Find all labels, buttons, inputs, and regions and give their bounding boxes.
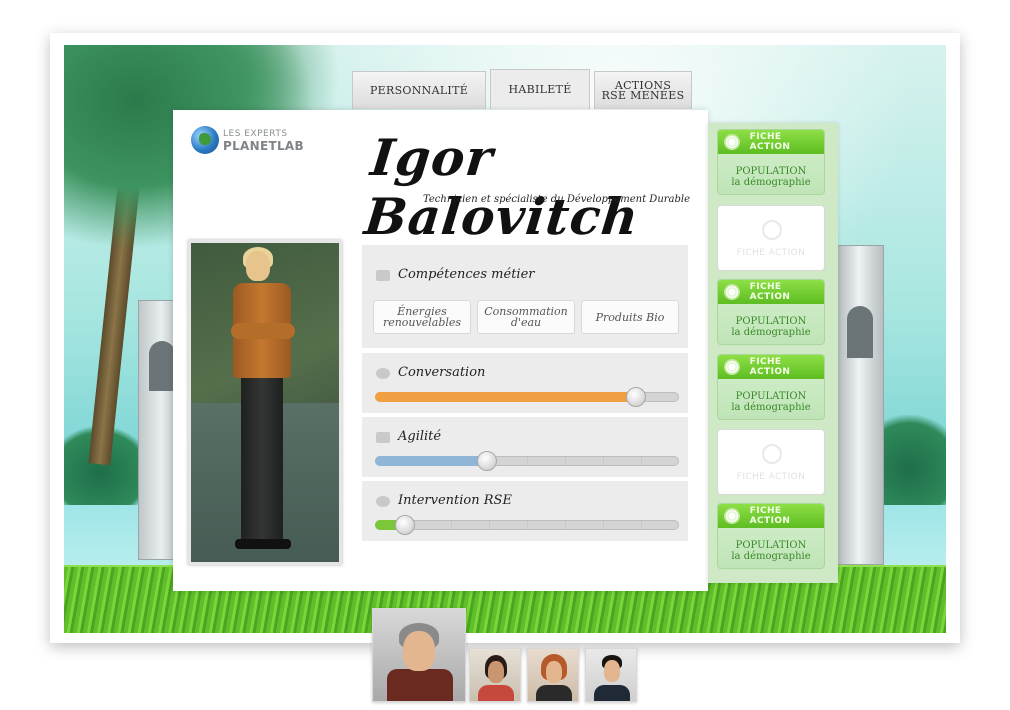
slider-thumb[interactable] bbox=[395, 515, 415, 535]
thumb-face bbox=[403, 631, 435, 671]
card-subtitle: la démographie bbox=[731, 177, 811, 188]
action-cards-column: FICHE ACTION POPULATION la démographie F… bbox=[708, 123, 838, 583]
portrait-arms bbox=[231, 323, 295, 339]
card-header-label: FICHE ACTION bbox=[736, 248, 806, 258]
flower-icon bbox=[724, 508, 740, 524]
character-portrait bbox=[188, 240, 342, 565]
card-header-label: FICHE ACTION bbox=[749, 357, 791, 377]
conversation-slider[interactable] bbox=[375, 387, 679, 407]
skill-title: Compétences métier bbox=[398, 267, 535, 282]
flower-icon bbox=[762, 220, 782, 240]
card-subtitle: la démographie bbox=[731, 402, 811, 413]
card-subtitle: la démographie bbox=[731, 551, 811, 562]
card-header: FICHE ACTION bbox=[718, 355, 824, 379]
slider-thumb[interactable] bbox=[477, 451, 497, 471]
magnifier-icon bbox=[376, 496, 390, 507]
portrait-shoes bbox=[235, 539, 291, 549]
tower-arch bbox=[847, 306, 873, 358]
action-card[interactable]: FICHE ACTION POPULATION la démographie bbox=[717, 279, 825, 345]
tower-arch bbox=[149, 341, 175, 391]
chip-consommation[interactable]: Consommation d'eau bbox=[477, 300, 575, 334]
expert-thumbnail[interactable] bbox=[585, 648, 637, 702]
skill-title: Agilité bbox=[398, 429, 442, 444]
thumb-body bbox=[387, 669, 453, 701]
card-header-label: FICHE ACTION bbox=[749, 132, 791, 152]
tower-right bbox=[834, 245, 884, 565]
card-header: FICHE ACTION bbox=[718, 130, 824, 154]
skill-title: Conversation bbox=[398, 365, 486, 380]
thumb-face bbox=[604, 660, 620, 682]
action-card-empty[interactable]: FICHE ACTION bbox=[717, 429, 825, 495]
card-title: POPULATION bbox=[735, 166, 807, 177]
logo-bottom-text: PLANETLAB bbox=[223, 139, 304, 153]
skill-agilite: Agilité bbox=[362, 417, 688, 477]
globe-icon bbox=[191, 126, 219, 154]
expert-thumbnail-selected[interactable] bbox=[372, 608, 466, 702]
thumb-body bbox=[536, 685, 572, 701]
thumb-face bbox=[488, 661, 504, 683]
tab-bar: PERSONNALITÉ HABILETÉ ACTIONS RSE MENÉES bbox=[352, 69, 692, 109]
card-header-label: FICHE ACTION bbox=[736, 472, 806, 482]
card-header-label: FICHE ACTION bbox=[749, 282, 791, 302]
action-card[interactable]: FICHE ACTION POPULATION la démographie bbox=[717, 129, 825, 195]
expert-thumbnail[interactable] bbox=[527, 648, 579, 702]
card-title: POPULATION bbox=[735, 540, 807, 551]
slider-fill bbox=[375, 456, 487, 466]
card-title: POPULATION bbox=[735, 391, 807, 402]
skill-competences: Compétences métier Énergies renouvelable… bbox=[362, 245, 688, 348]
skill-conversation: Conversation bbox=[362, 353, 688, 413]
flower-icon bbox=[762, 444, 782, 464]
slider-fill bbox=[375, 392, 636, 402]
planetlab-logo: LES EXPERTS PLANETLAB bbox=[191, 126, 304, 154]
expert-thumbnail[interactable] bbox=[469, 648, 521, 702]
action-card-empty[interactable]: FICHE ACTION bbox=[717, 205, 825, 271]
slider-thumb[interactable] bbox=[626, 387, 646, 407]
card-header: FICHE ACTION bbox=[718, 280, 824, 304]
portrait-head bbox=[246, 251, 270, 281]
agilite-slider[interactable] bbox=[375, 451, 679, 471]
thumb-body bbox=[594, 685, 630, 701]
profile-panel: LES EXPERTS PLANETLAB Igor Balovitch Tec… bbox=[173, 110, 708, 591]
flower-icon bbox=[724, 284, 740, 300]
card-title: POPULATION bbox=[735, 316, 807, 327]
competence-chips: Énergies renouvelables Consommation d'ea… bbox=[373, 300, 679, 334]
slider-track bbox=[375, 520, 679, 530]
tab-actions-rse[interactable]: ACTIONS RSE MENÉES bbox=[594, 71, 692, 109]
speech-bubble-icon bbox=[376, 368, 390, 379]
flower-icon bbox=[724, 359, 740, 375]
intervention-slider[interactable] bbox=[375, 515, 679, 535]
card-header: FICHE ACTION bbox=[718, 504, 824, 528]
profile-subtitle: Technicien et spécialiste du Développeme… bbox=[423, 194, 691, 205]
card-header-label: FICHE ACTION bbox=[749, 506, 791, 526]
thumb-face bbox=[546, 661, 562, 683]
tab-personnalite[interactable]: PERSONNALITÉ bbox=[352, 71, 486, 109]
flower-icon bbox=[724, 134, 740, 150]
skill-title: Intervention RSE bbox=[398, 493, 512, 508]
profile-name: Igor Balovitch bbox=[361, 128, 642, 246]
thumb-body bbox=[478, 685, 514, 701]
card-subtitle: la démographie bbox=[731, 327, 811, 338]
portrait-legs bbox=[241, 378, 283, 543]
tab-habilete[interactable]: HABILETÉ bbox=[490, 69, 590, 109]
briefcase-icon bbox=[376, 270, 390, 281]
skill-intervention: Intervention RSE bbox=[362, 481, 688, 541]
action-card[interactable]: FICHE ACTION POPULATION la démographie bbox=[717, 503, 825, 569]
chip-produits[interactable]: Produits Bio bbox=[581, 300, 679, 334]
pointing-hand-icon bbox=[376, 432, 390, 443]
action-card[interactable]: FICHE ACTION POPULATION la démographie bbox=[717, 354, 825, 420]
chip-energies[interactable]: Énergies renouvelables bbox=[373, 300, 471, 334]
